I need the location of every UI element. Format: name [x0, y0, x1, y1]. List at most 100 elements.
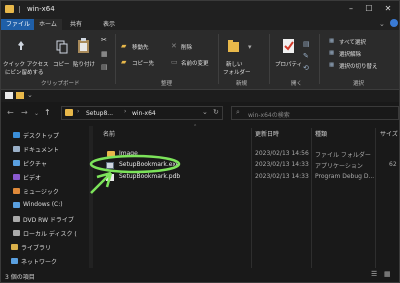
move-to-button[interactable]: 移動先 [132, 43, 149, 51]
paste-shortcut-icon[interactable]: ▤ [101, 63, 108, 71]
sort-chevron-icon: ⌃ [193, 124, 198, 130]
tab-view[interactable]: 表示 [98, 19, 120, 30]
search-icon: ⌕ [236, 108, 240, 116]
details-view-icon[interactable]: ☰ [371, 270, 377, 278]
rename-button[interactable]: 名前の変更 [181, 59, 209, 67]
chevron-down-icon[interactable]: ⌄ [34, 110, 39, 117]
select-all-button[interactable]: すべて選択 [339, 38, 366, 46]
nav-item-music[interactable]: ミュージック [23, 187, 59, 196]
organize-group-label: 整理 [161, 81, 173, 87]
status-bar: 3 個の項目 ☰ ▦ [1, 268, 399, 282]
file-type: アプリケーション [315, 163, 363, 170]
nav-item-dvd[interactable]: DVD RW ドライブ [23, 215, 74, 224]
ribbon: クイック アクセス にピン留めする コピー 貼り付け ✂ ▦ ▤ クリップボード… [1, 30, 399, 90]
nav-item-pictures[interactable]: ピクチャ [23, 159, 47, 168]
nav-item-network[interactable]: ネットワーク [21, 257, 57, 266]
column-header-type[interactable]: 種類 [315, 129, 327, 138]
nav-item-windows-c[interactable]: Windows (C:) [23, 201, 63, 208]
close-icon[interactable]: ✕ [383, 4, 393, 14]
chevron-right-icon: › [124, 108, 127, 115]
nav-item-documents[interactable]: ドキュメント [23, 145, 59, 154]
rename-icon: ▭ [171, 58, 178, 66]
address-field[interactable]: › Setup8... › win-x64 ⌄ ↻ [61, 106, 223, 120]
videos-icon [13, 174, 20, 180]
invert-selection-button[interactable]: 選択の切り替え [339, 62, 378, 70]
paste-icon [78, 38, 89, 53]
invert-selection-icon: ▦ [329, 62, 335, 68]
breadcrumb-segment[interactable]: Setup8... [86, 110, 113, 117]
group-divider [319, 34, 320, 84]
pin-label-1[interactable]: クイック アクセス [3, 60, 48, 68]
delete-button[interactable]: 削除 [181, 43, 192, 51]
chevron-down-icon[interactable]: ⌄ [27, 91, 33, 99]
new-folder-icon[interactable] [16, 92, 24, 99]
nav-item-videos[interactable]: ビデオ [23, 173, 41, 182]
tab-share[interactable]: 共有 [65, 19, 87, 30]
pin-label-2[interactable]: にピン留めする [5, 68, 44, 76]
item-count: 3 個の項目 [5, 274, 35, 281]
new-folder-label-2[interactable]: フォルダー [223, 68, 251, 76]
tab-home[interactable]: ホーム [34, 19, 62, 30]
desktop-icon [13, 132, 20, 138]
copy-button[interactable]: コピー [53, 60, 70, 68]
history-icon[interactable]: ⟲ [303, 64, 309, 72]
copy-path-icon[interactable]: ▦ [101, 50, 108, 58]
search-input[interactable]: ⌕ win-x64の検索 [231, 106, 399, 120]
new-group-label: 新規 [236, 81, 248, 87]
edit-icon[interactable]: ✎ [303, 52, 309, 60]
scissors-icon[interactable]: ✂ [101, 36, 107, 44]
column-header-name[interactable]: 名前 [103, 129, 115, 138]
properties-button[interactable]: プロパティ [275, 60, 302, 68]
address-bar-row: ← → ⌄ ↑ › Setup8... › win-x64 ⌄ ↻ ⌕ win-… [1, 102, 399, 124]
open-icon[interactable]: ▤ [303, 40, 310, 48]
group-divider [218, 34, 219, 84]
select-group-label: 選択 [353, 81, 365, 87]
breadcrumb-segment[interactable]: win-x64 [132, 110, 156, 117]
group-divider [115, 34, 116, 84]
paste-button[interactable]: 貼り付け [73, 60, 95, 68]
file-modified: 2023/02/13 14:33 [255, 173, 309, 180]
select-none-button[interactable]: 選択解除 [339, 50, 361, 58]
copy-to-button[interactable]: コピー先 [132, 59, 154, 67]
new-item-icon[interactable]: ▾ [248, 43, 252, 51]
chevron-right-icon: › [77, 108, 80, 115]
forward-icon[interactable]: → [21, 108, 28, 117]
new-folder-label-1[interactable]: 新しい [226, 60, 243, 68]
search-placeholder: win-x64の検索 [248, 112, 290, 119]
back-icon[interactable]: ← [7, 108, 14, 117]
nav-item-local-disk[interactable]: ローカル ディスク ( [23, 229, 77, 238]
music-icon [13, 188, 20, 194]
folder-icon [65, 109, 73, 116]
chevron-down-icon[interactable]: ⌄ [379, 20, 385, 28]
copy-icon [56, 40, 68, 54]
column-header-size[interactable]: サイズ [380, 129, 398, 138]
refresh-icon[interactable]: ↻ [213, 108, 219, 116]
folder-icon [5, 5, 14, 13]
help-icon[interactable] [390, 19, 398, 27]
maximize-icon[interactable]: ☐ [364, 4, 374, 14]
window-title: win-x64 [27, 5, 55, 13]
chevron-down-icon[interactable]: ⌄ [202, 108, 208, 116]
tiles-view-icon[interactable]: ▦ [384, 270, 391, 278]
file-type: Program Debug D... [315, 173, 375, 180]
highlight-ellipse [89, 154, 181, 174]
properties-icon[interactable] [5, 92, 13, 99]
minimize-icon[interactable]: – [346, 4, 356, 14]
quick-access-toolbar: ⌄ [1, 90, 399, 102]
copy-to-icon: ▰ [121, 58, 127, 66]
column-header-modified[interactable]: 更新日時 [255, 129, 279, 138]
ribbon-tabs: ファイル ホーム 共有 表示 ⌄ [1, 18, 399, 30]
clipboard-group-label: クリップボード [41, 81, 80, 87]
pin-icon [18, 41, 24, 50]
local-disk-icon [13, 230, 20, 236]
drive-icon [13, 202, 20, 208]
up-icon[interactable]: ↑ [44, 108, 51, 117]
dvd-drive-icon [13, 216, 20, 222]
new-folder-icon [228, 40, 239, 52]
title-bar: win-x64 – ☐ ✕ [1, 1, 399, 18]
nav-item-library[interactable]: ライブラリ [21, 243, 51, 252]
file-modified: 2023/02/13 14:33 [255, 161, 309, 168]
file-size: 62 [389, 161, 397, 168]
nav-item-desktop[interactable]: デスクトップ [23, 131, 59, 140]
tab-file[interactable]: ファイル [1, 19, 36, 30]
